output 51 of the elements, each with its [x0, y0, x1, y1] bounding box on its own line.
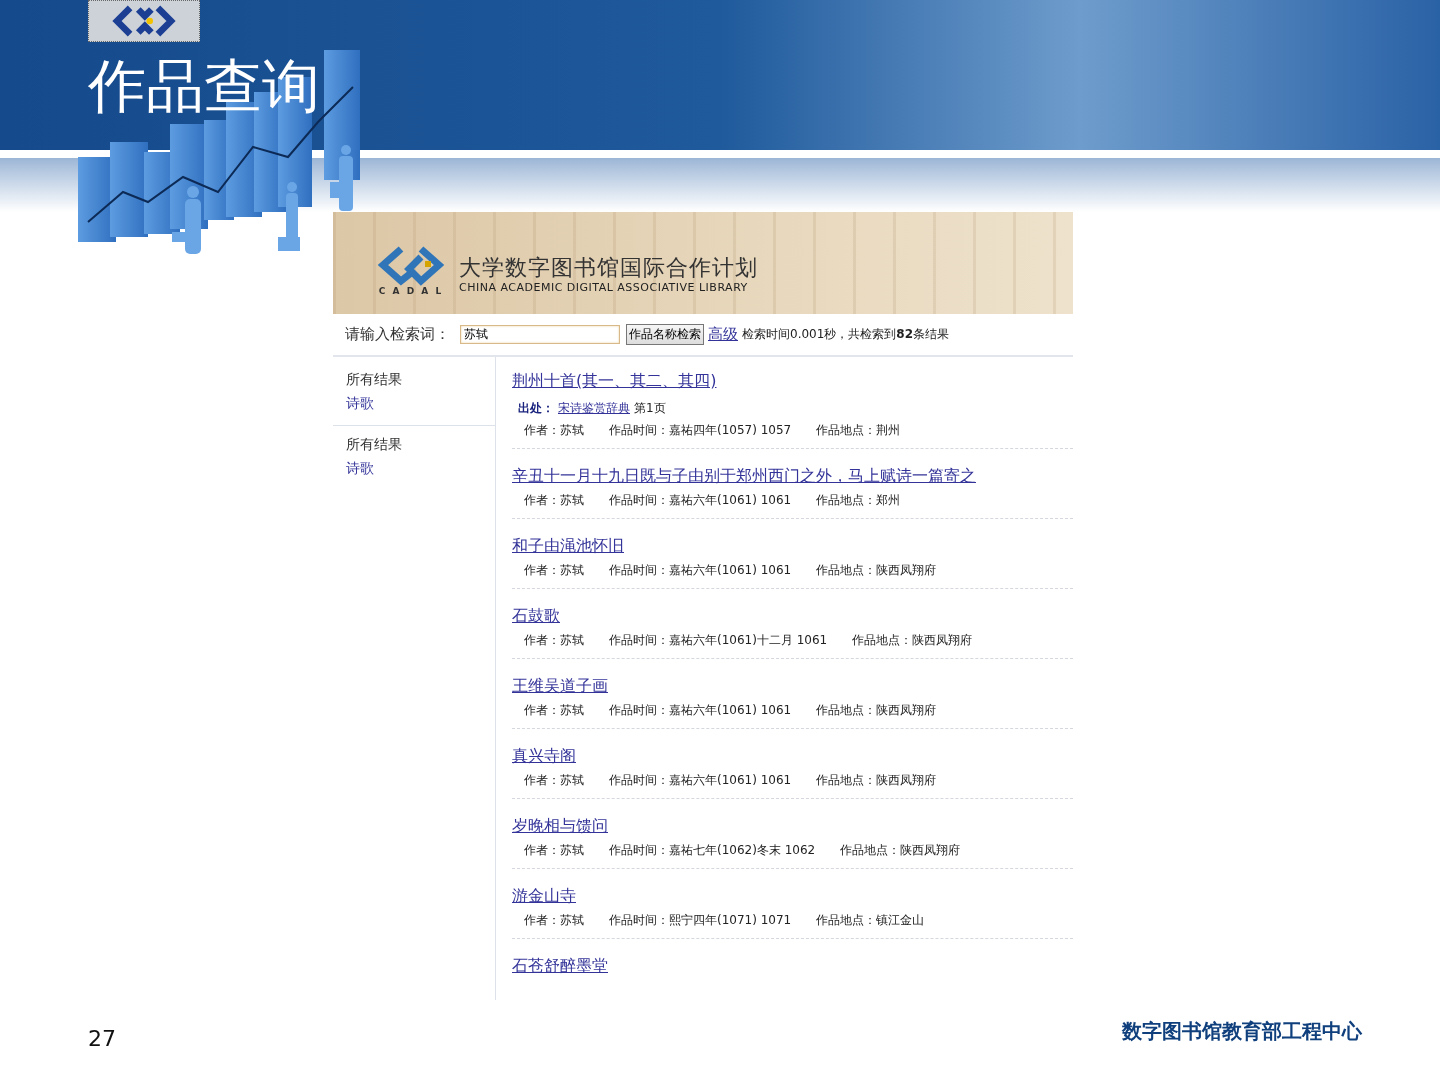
result-meta: 作品地点：陕西凤翔府 [840, 842, 961, 859]
result-title-link[interactable]: 真兴寺阁 [512, 745, 576, 767]
result-title-link[interactable]: 游金山寺 [512, 885, 576, 907]
result-meta: 作品时间：嘉祐六年(1061)十二月 1061 [609, 632, 828, 649]
result-meta: 作品时间：熙宁四年(1071) 1071 [609, 912, 792, 929]
result-summary: 检索时间0.001秒，共检索到82条结果 [742, 326, 950, 343]
footer-text: 数字图书馆教育部工程中心 [1122, 1018, 1362, 1045]
banner-subtitle: CHINA ACADEMIC DIGITAL ASSOCIATIVE LIBRARY [459, 281, 749, 294]
banner-title: 大学数字图书馆国际合作计划 [459, 255, 758, 281]
result-title-link[interactable]: 王维吴道子画 [512, 675, 608, 697]
result-meta: 作者：苏轼 [524, 772, 584, 789]
source-page: 第1页 [634, 400, 666, 417]
result-meta: 作品时间：嘉祐六年(1061) 1061 [609, 492, 792, 509]
result-meta: 作者：苏轼 [524, 912, 584, 929]
source-link[interactable]: 宋诗鉴赏辞典 [558, 400, 630, 417]
logo-text: C A D A L [378, 287, 444, 296]
result-meta: 作品地点：陕西凤翔府 [816, 772, 937, 789]
result-meta: 作者：苏轼 [524, 842, 584, 859]
result-title-link[interactable]: 岁晚相与馈问 [512, 815, 608, 837]
result-meta: 作者：苏轼 [524, 562, 584, 579]
result-meta: 作品地点：荆州 [816, 422, 901, 439]
result-meta: 作者：苏轼 [524, 422, 584, 439]
source-label: 出处： [518, 400, 554, 417]
result-meta: 作品时间：嘉祐四年(1057) 1057 [609, 422, 792, 439]
facet-link[interactable]: 诗歌 [346, 460, 374, 478]
result-meta: 作者：苏轼 [524, 632, 584, 649]
search-field[interactable]: 苏轼 [460, 325, 620, 344]
slide-title: 作品查询 [88, 51, 320, 122]
result-title-link[interactable]: 石苍舒醉墨堂 [512, 955, 608, 977]
search-button[interactable]: 作品名称检索 [626, 324, 704, 345]
search-label: 请输入检索词： [345, 325, 450, 344]
result-meta: 作品地点：郑州 [816, 492, 901, 509]
page-number: 27 [88, 1026, 116, 1051]
facet-heading: 所有结果 [346, 436, 403, 454]
result-meta: 作品时间：嘉祐六年(1061) 1061 [609, 772, 792, 789]
result-meta: 作品地点：陕西凤翔府 [852, 632, 973, 649]
advanced-link[interactable]: 高级 [708, 325, 738, 344]
result-meta: 作品地点：陕西凤翔府 [816, 562, 937, 579]
result-title-link[interactable]: 荆州十首(其一、其二、其四) [512, 370, 717, 392]
facet-link[interactable]: 诗歌 [346, 395, 374, 413]
result-meta: 作者：苏轼 [524, 492, 584, 509]
result-title-link[interactable]: 石鼓歌 [512, 605, 560, 627]
result-meta: 作者：苏轼 [524, 702, 584, 719]
result-meta: 作品时间：嘉祐七年(1062)冬末 1062 [609, 842, 816, 859]
result-meta: 作品时间：嘉祐六年(1061) 1061 [609, 562, 792, 579]
facet-heading: 所有结果 [346, 371, 403, 389]
result-meta: 作品地点：镇江金山 [816, 912, 925, 929]
result-title-link[interactable]: 辛丑十一月十九日既与子由别于郑州西门之外，马上赋诗一篇寄之 [512, 465, 976, 487]
result-meta: 作品地点：陕西凤翔府 [816, 702, 937, 719]
result-meta: 作品时间：嘉祐六年(1061) 1061 [609, 702, 792, 719]
result-title-link[interactable]: 和子由渑池怀旧 [512, 535, 624, 557]
